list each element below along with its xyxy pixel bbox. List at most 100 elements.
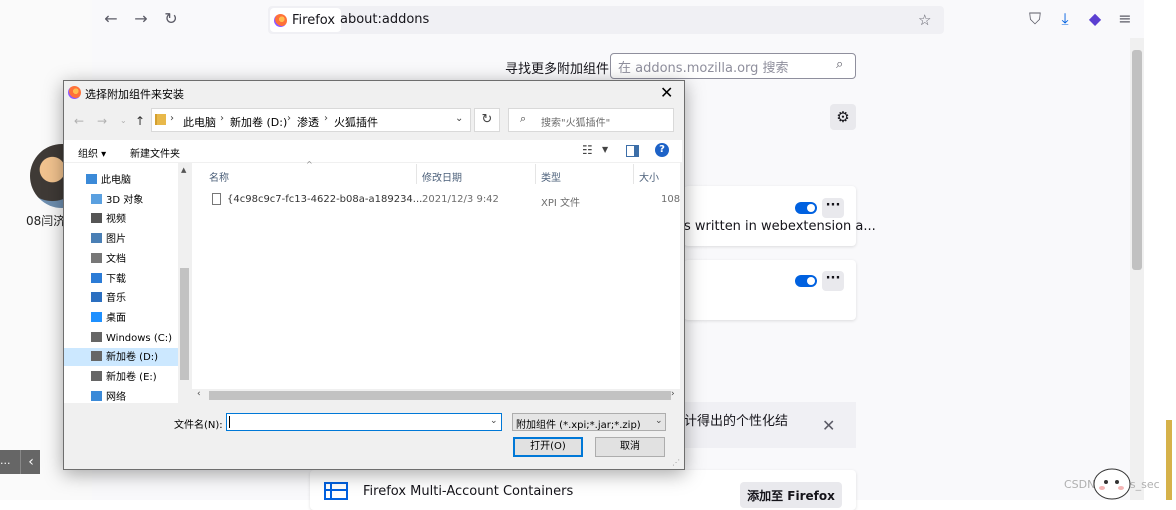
find-more-label: 寻找更多附加组件 [505, 62, 610, 77]
scroll-up-icon[interactable]: ▲ [181, 166, 186, 174]
addon-2-toggle[interactable] [795, 275, 817, 287]
addons-search-placeholder: 在 addons.mozilla.org 搜索 [618, 61, 789, 76]
forward-arrow-icon[interactable]: → [97, 114, 107, 128]
desktop-icon [91, 312, 102, 322]
chevron-down-icon[interactable]: ⌄ [120, 116, 127, 125]
breadcrumb-item[interactable]: 此电脑 [183, 114, 216, 130]
file-icon [212, 193, 221, 205]
extension-icon[interactable]: ◆ [1086, 10, 1104, 28]
column-header-name[interactable]: 名称 [209, 169, 229, 184]
new-folder-button[interactable]: 新建文件夹 [130, 145, 180, 160]
tree-item[interactable]: 文档 [91, 251, 126, 269]
picture-icon [91, 233, 102, 243]
download-icon[interactable]: ⤓ [1056, 10, 1074, 28]
tree-item[interactable]: 新加卷 (D:) [91, 349, 158, 367]
resize-grip-icon[interactable]: ⋰ [672, 458, 680, 467]
forward-arrow-icon[interactable]: → [132, 10, 150, 28]
column-header-size[interactable]: 大小 [639, 169, 659, 184]
up-arrow-icon[interactable]: ↑ [135, 114, 145, 128]
network-icon [91, 391, 102, 401]
drive-icon [91, 371, 102, 381]
search-icon: ⌕ [836, 57, 844, 72]
computer-icon [86, 174, 97, 184]
tree-scrollbar-thumb[interactable] [180, 268, 189, 380]
add-to-firefox-button[interactable]: 添加至 Firefox [740, 482, 842, 508]
chevron-down-icon[interactable]: ⌄ [490, 416, 498, 426]
cancel-button[interactable]: 取消 [595, 437, 665, 457]
tree-item[interactable]: 3D 对象 [91, 192, 143, 210]
more-dots: ... [0, 454, 11, 467]
tree-item[interactable]: 桌面 [91, 310, 126, 328]
chevron-down-icon[interactable]: ▼ [602, 145, 608, 154]
user-name: 08闫济 [26, 214, 66, 228]
back-arrow-icon[interactable]: ← [74, 114, 84, 128]
tree-item[interactable]: Windows (C:) [91, 330, 172, 348]
tree-item[interactable]: 音乐 [91, 290, 126, 308]
scroll-right-icon[interactable]: › [671, 389, 675, 399]
tree-item-label: 文档 [106, 254, 126, 265]
column-divider[interactable] [416, 164, 417, 184]
file-type-filter-value: 附加组件 (*.xpi;*.jar;*.zip) [516, 420, 641, 431]
horizontal-scrollbar-thumb[interactable] [209, 391, 671, 400]
chevron-down-icon[interactable]: ⌄ [655, 416, 663, 426]
bookmark-star-icon[interactable]: ☆ [918, 11, 931, 29]
addon-1-more-button[interactable]: ··· [822, 198, 844, 218]
addon-2-more-button[interactable]: ··· [822, 271, 844, 291]
sort-up-icon: ^ [306, 160, 313, 169]
tree-item-label: 新加卷 (D:) [106, 352, 159, 363]
tree-item[interactable]: 新加卷 (E:) [91, 369, 157, 387]
chevron-left-icon: ‹ [20, 450, 41, 474]
search-icon: ⌕ [520, 112, 527, 125]
view-options-icon[interactable]: ☷ [582, 143, 593, 157]
firefox-logo-icon [68, 86, 81, 99]
back-arrow-icon[interactable]: ← [102, 10, 120, 28]
page-scrollbar-thumb[interactable] [1132, 50, 1142, 270]
scroll-left-icon[interactable]: ‹ [197, 389, 201, 399]
column-divider[interactable] [535, 164, 536, 184]
help-icon[interactable]: ? [655, 143, 669, 157]
tree-item[interactable]: 视频 [91, 211, 126, 229]
column-header-date[interactable]: 修改日期 [422, 169, 462, 184]
tree-item-label: 视频 [106, 214, 126, 225]
addon-1-toggle[interactable] [795, 202, 817, 214]
close-icon[interactable]: ✕ [822, 416, 835, 435]
identity-label: Firefox [292, 12, 336, 28]
breadcrumb-item[interactable]: 渗透 [297, 114, 319, 130]
column-header-type[interactable]: 类型 [541, 169, 561, 184]
organize-menu[interactable]: 组织 ▾ [78, 145, 106, 160]
open-button[interactable]: 打开(O) [513, 437, 583, 457]
menu-icon[interactable]: ≡ [1116, 10, 1134, 28]
banner-text: 计得出的个性化结 [684, 414, 789, 429]
addon-1-description: s written in webextension a... [684, 219, 876, 234]
dialog-title: 选择附加组件来安装 [85, 88, 184, 101]
file-type[interactable]: XPI 文件 [541, 194, 580, 209]
breadcrumb-item[interactable]: 新加卷 (D:) [230, 114, 287, 130]
tree-item-label: 下载 [106, 274, 126, 285]
folder-icon [155, 114, 166, 125]
pocket-icon[interactable]: ⛉ [1026, 10, 1044, 28]
close-icon[interactable]: ✕ [660, 83, 673, 102]
url-text[interactable]: about:addons [340, 12, 429, 27]
document-icon [91, 253, 102, 263]
tree-item-label: 此电脑 [101, 175, 131, 186]
gear-icon[interactable]: ⚙ [830, 104, 856, 130]
tree-item[interactable]: 网络 [91, 389, 126, 407]
tree-item-label: 新加卷 (E:) [106, 372, 157, 383]
refresh-icon[interactable]: ↻ [474, 108, 500, 132]
identity-box[interactable]: Firefox [270, 8, 342, 32]
download-icon [91, 273, 102, 283]
file-size[interactable]: 108 [661, 194, 680, 205]
chevron-down-icon[interactable]: ⌄ [455, 113, 463, 124]
preview-pane-icon[interactable] [626, 145, 639, 157]
file-name[interactable]: {4c98c9c7-fc13-4622-b08a-a189234... [227, 194, 422, 205]
collapse-button[interactable]: ... ‹ [0, 450, 40, 474]
tree-item-label: Windows (C:) [106, 333, 172, 344]
tree-item[interactable]: 此电脑 [86, 172, 131, 190]
filename-input[interactable] [226, 413, 502, 431]
tree-item[interactable]: 图片 [91, 231, 126, 249]
column-divider[interactable] [633, 164, 634, 184]
file-date[interactable]: 2021/12/3 9:42 [422, 194, 499, 205]
reload-icon[interactable]: ↻ [162, 10, 180, 28]
breadcrumb-item[interactable]: 火狐插件 [334, 114, 378, 130]
tree-item[interactable]: 下载 [91, 271, 126, 289]
